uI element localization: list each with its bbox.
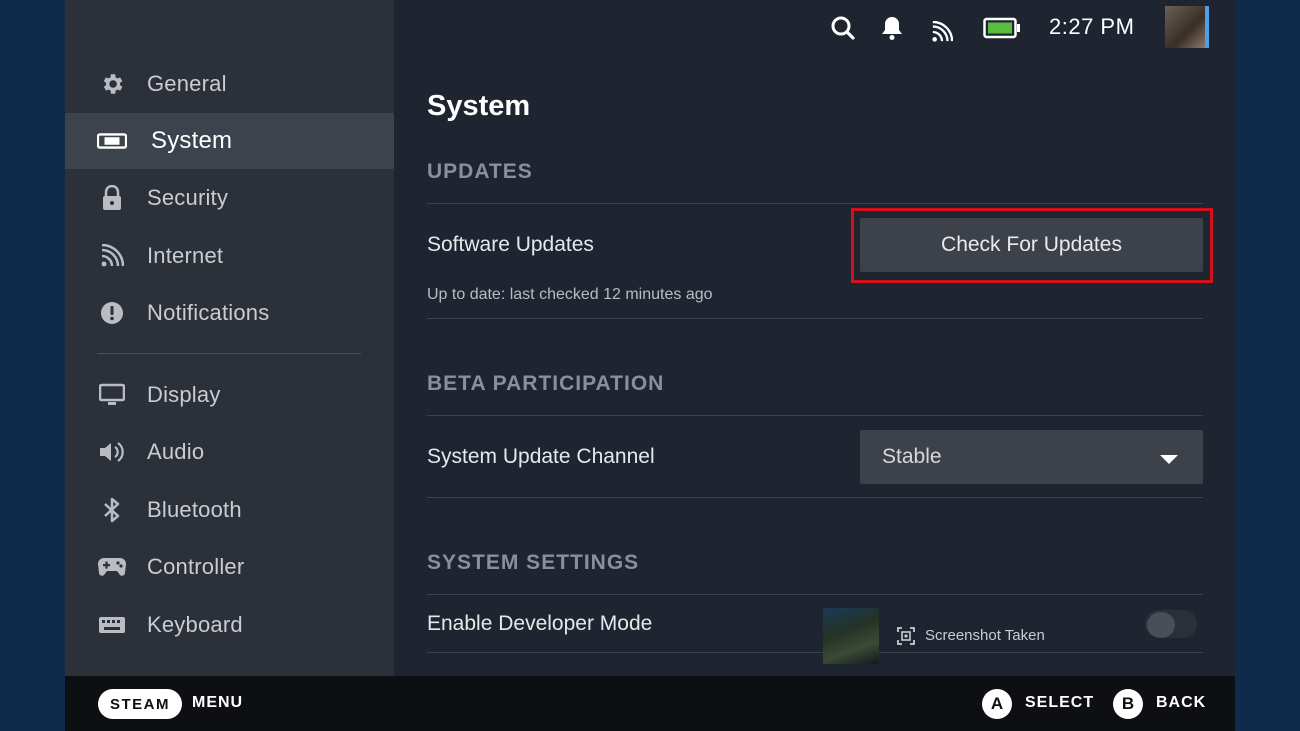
a-button-icon[interactable]: A	[982, 689, 1012, 719]
section-header-system-settings: SYSTEM SETTINGS	[427, 551, 640, 574]
speaker-icon	[97, 437, 127, 467]
avatar[interactable]	[1165, 6, 1209, 48]
update-channel-dropdown[interactable]: Stable	[860, 430, 1203, 484]
sidebar-item-label: Audio	[147, 439, 205, 464]
gamepad-icon	[97, 552, 127, 582]
bluetooth-icon	[97, 495, 127, 525]
menu-label: MENU	[192, 694, 244, 711]
bell-icon[interactable]	[880, 14, 904, 42]
sidebar-divider	[97, 353, 361, 354]
screenshot-toast-text: Screenshot Taken	[925, 627, 1045, 644]
select-label: SELECT	[1025, 694, 1095, 711]
sidebar-item-general[interactable]: General	[65, 56, 394, 112]
sidebar-item-label: Keyboard	[147, 612, 243, 637]
software-updates-label: Software Updates	[427, 233, 594, 256]
wifi-icon	[931, 18, 953, 46]
toggle-knob	[1147, 612, 1175, 638]
sidebar-item-keyboard[interactable]: Keyboard	[65, 597, 394, 653]
divider	[427, 318, 1203, 319]
gear-icon	[97, 69, 127, 99]
sidebar-item-internet[interactable]: Internet	[65, 228, 394, 284]
keyboard-icon	[97, 610, 127, 640]
section-header-updates: UPDATES	[427, 160, 533, 183]
update-channel-label: System Update Channel	[427, 445, 655, 468]
b-button-icon[interactable]: B	[1113, 689, 1143, 719]
steam-button[interactable]: STEAM	[98, 689, 182, 719]
sidebar-item-display[interactable]: Display	[65, 367, 394, 423]
search-icon[interactable]	[830, 14, 856, 42]
dropdown-value: Stable	[882, 445, 942, 468]
developer-mode-label: Enable Developer Mode	[427, 612, 653, 635]
sidebar-item-label: General	[147, 71, 227, 96]
chevron-down-icon	[1159, 452, 1179, 470]
divider	[427, 594, 1203, 595]
steam-deck-screen: General System Security Internet Notific…	[65, 0, 1235, 731]
developer-mode-toggle[interactable]	[1145, 610, 1197, 638]
screenshot-thumbnail[interactable]	[823, 608, 879, 664]
sidebar-item-label: Notifications	[147, 300, 270, 325]
clock: 2:27 PM	[1049, 14, 1135, 39]
update-status-text: Up to date: last checked 12 minutes ago	[427, 286, 713, 303]
back-label: BACK	[1156, 694, 1207, 711]
alert-icon	[97, 298, 127, 328]
sidebar-item-label: Controller	[147, 554, 245, 579]
sidebar-item-label: Display	[147, 382, 221, 407]
page-title: System	[427, 90, 531, 122]
wifi-icon	[97, 241, 127, 271]
sidebar-item-controller[interactable]: Controller	[65, 539, 394, 595]
system-icon	[97, 126, 127, 156]
section-header-beta: BETA PARTICIPATION	[427, 372, 665, 395]
sidebar-item-system[interactable]: System	[65, 113, 394, 169]
monitor-icon	[97, 380, 127, 410]
sidebar-item-notifications[interactable]: Notifications	[65, 285, 394, 341]
screenshot-icon	[897, 627, 915, 650]
check-for-updates-button[interactable]: Check For Updates	[860, 218, 1203, 272]
battery-icon	[983, 14, 1021, 42]
bottom-bar: STEAM MENU A SELECT B BACK	[65, 676, 1235, 731]
lock-icon	[97, 183, 127, 213]
sidebar-item-label: Internet	[147, 243, 224, 268]
sidebar-item-label: System	[151, 127, 233, 154]
divider	[427, 415, 1203, 416]
sidebar-item-label: Security	[147, 185, 229, 210]
settings-sidebar: General System Security Internet Notific…	[65, 0, 394, 676]
sidebar-item-audio[interactable]: Audio	[65, 424, 394, 480]
divider	[427, 652, 1203, 653]
divider	[427, 497, 1203, 498]
divider	[427, 203, 1203, 204]
sidebar-item-label: Bluetooth	[147, 497, 242, 522]
sidebar-item-bluetooth[interactable]: Bluetooth	[65, 482, 394, 538]
sidebar-item-security[interactable]: Security	[65, 170, 394, 226]
